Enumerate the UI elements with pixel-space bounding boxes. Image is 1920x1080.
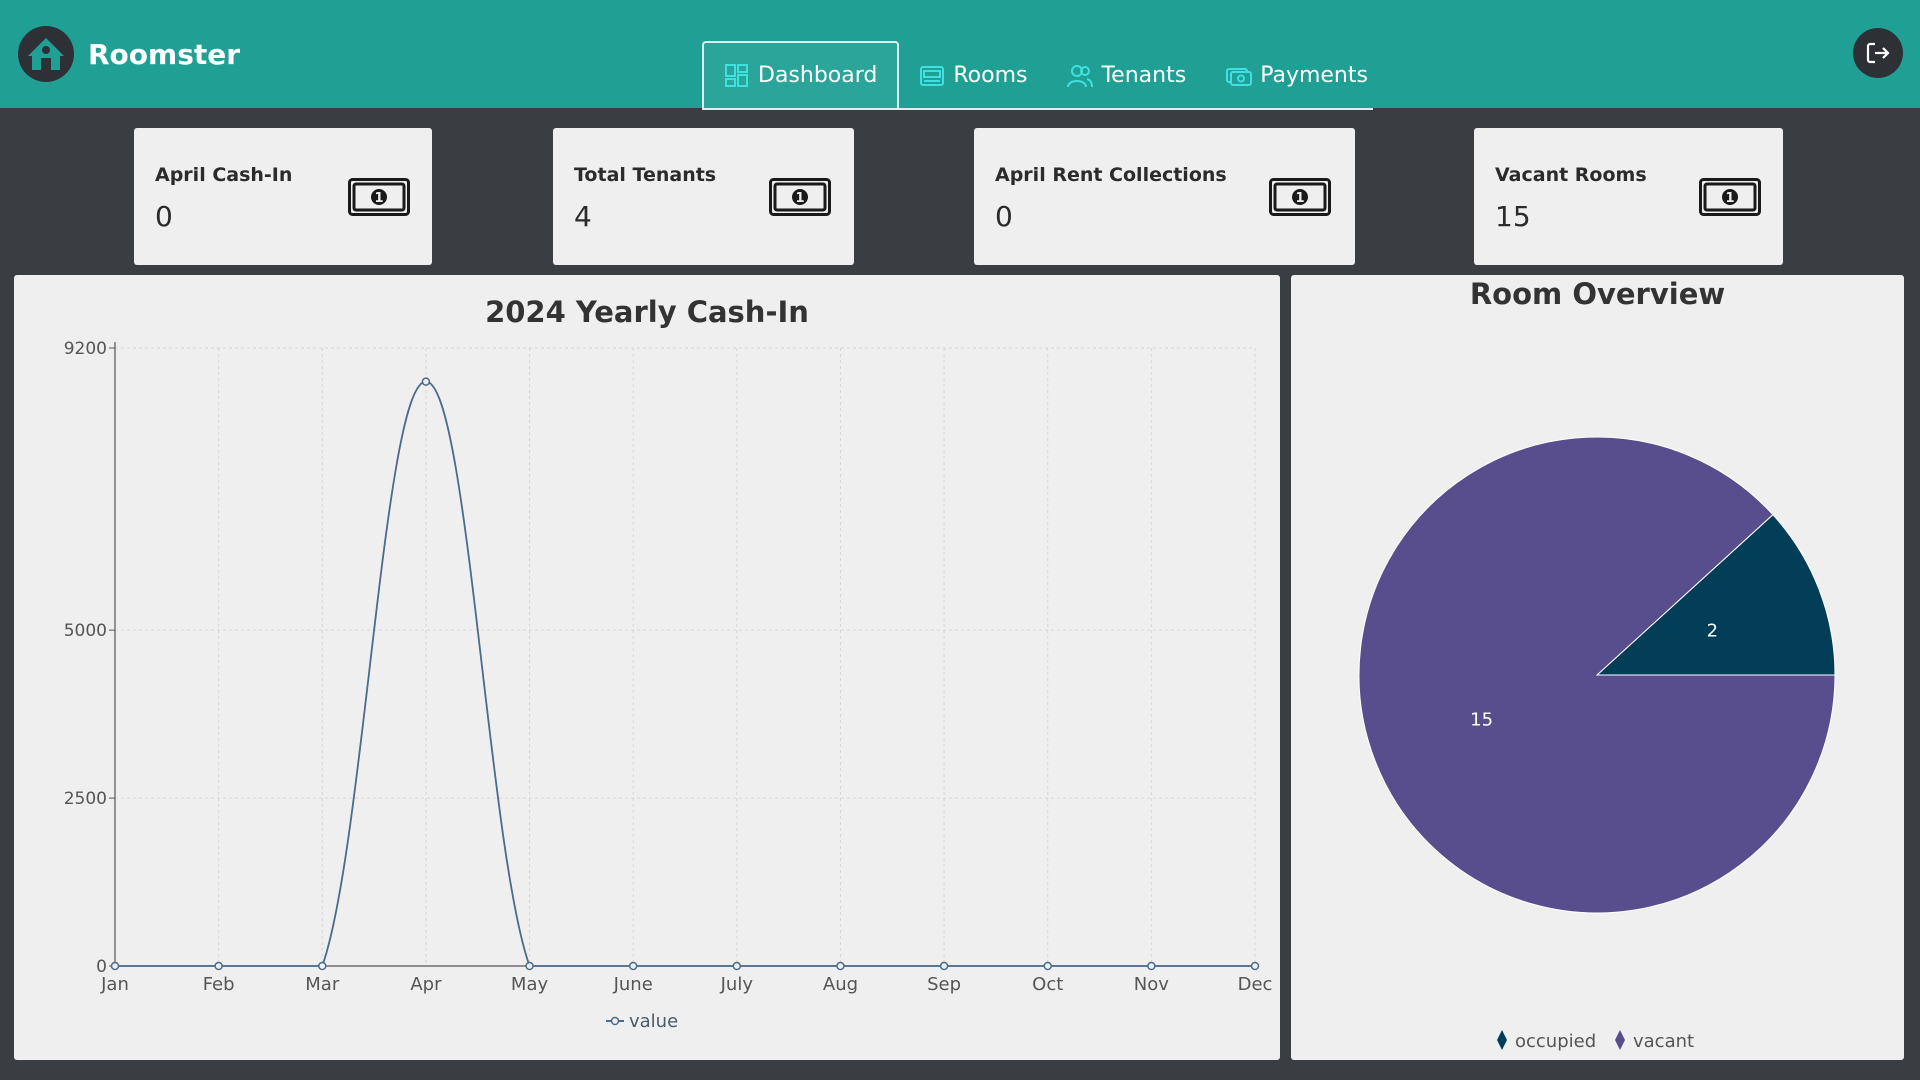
- chart-grid: [114, 347, 1256, 967]
- logout-icon: [1866, 42, 1890, 64]
- nav-tenants-label: Tenants: [1101, 63, 1187, 88]
- x-tick-label: May: [511, 974, 549, 995]
- data-point[interactable]: [214, 961, 223, 971]
- logout-button[interactable]: [1853, 28, 1903, 78]
- app-name: Roomster: [88, 37, 241, 71]
- pie-slice-label: 15: [1470, 710, 1493, 731]
- x-tick-label: Aug: [823, 974, 858, 995]
- x-tick-label: Sep: [927, 974, 961, 995]
- brand[interactable]: Roomster: [16, 24, 240, 84]
- line-chart: 0250050009200 Jan Feb Mar Apr May June July Aug…: [64, 339, 1273, 1032]
- pie-slice-vacant[interactable]: [1358, 436, 1836, 914]
- stat-card-vacant-rooms: Vacant Rooms 15 1: [1474, 128, 1783, 265]
- nav-dashboard-label: Dashboard: [758, 63, 878, 88]
- logo-icon: [18, 26, 74, 82]
- main-nav: Dashboard Rooms Tenants Payments: [702, 41, 1373, 110]
- legend-marker-icon: [1615, 1030, 1625, 1050]
- series-line-value: [115, 380, 1255, 967]
- x-tick-label: Feb: [203, 974, 235, 995]
- svg-text:1: 1: [1295, 191, 1304, 206]
- stat-card-april-rent-collections: April Rent Collections 0 1: [974, 128, 1355, 265]
- nav-dashboard[interactable]: Dashboard: [702, 41, 900, 108]
- y-tick-label: 2500: [64, 789, 107, 809]
- data-point[interactable]: [1250, 961, 1260, 971]
- stat-label: April Rent Collections: [995, 164, 1227, 186]
- money-icon: 1: [1269, 178, 1331, 216]
- top-header: Roomster Dashboard Rooms Tenants Payment…: [0, 0, 1920, 110]
- data-point[interactable]: [1147, 961, 1156, 971]
- data-point[interactable]: [1043, 961, 1052, 971]
- stat-label: Vacant Rooms: [1495, 164, 1647, 186]
- money-icon: 1: [769, 178, 831, 216]
- chart-axes: [114, 342, 1255, 967]
- x-tick-label: June: [613, 974, 653, 995]
- data-point[interactable]: [110, 961, 120, 971]
- data-point[interactable]: [939, 961, 949, 971]
- legend-marker-icon: [610, 1016, 620, 1026]
- legend-label: occupied: [1515, 1031, 1596, 1052]
- data-point[interactable]: [732, 961, 742, 971]
- data-point[interactable]: [421, 377, 431, 386]
- x-tick-label: Jan: [100, 974, 129, 995]
- x-tick-label: July: [720, 974, 754, 995]
- chart-legend[interactable]: value: [606, 1011, 678, 1032]
- stat-value: 0: [995, 200, 1013, 233]
- room-overview-panel: Room Overview 2 15 occupied vacant: [1291, 275, 1904, 1060]
- stat-label: April Cash-In: [155, 164, 293, 186]
- x-tick-label: Dec: [1238, 974, 1273, 995]
- stat-value: 15: [1495, 200, 1531, 233]
- money-icon: 1: [348, 178, 410, 216]
- stat-value: 4: [574, 200, 592, 233]
- data-point[interactable]: [318, 961, 327, 971]
- y-tick-labels: 0250050009200: [64, 339, 115, 977]
- pie-legend: occupied vacant: [1497, 1030, 1694, 1052]
- legend-label: vacant: [1633, 1031, 1694, 1052]
- nav-rooms[interactable]: Rooms: [899, 43, 1047, 108]
- series-points: [110, 377, 1260, 971]
- stat-value: 0: [155, 200, 173, 233]
- y-tick-label: 9200: [64, 339, 107, 359]
- stat-card-total-tenants: Total Tenants 4 1: [553, 128, 854, 265]
- legend-item-vacant[interactable]: vacant: [1615, 1030, 1694, 1052]
- x-tick-label: Mar: [305, 974, 340, 995]
- data-point[interactable]: [628, 961, 638, 971]
- nav-tenants[interactable]: Tenants: [1047, 43, 1206, 108]
- pie-chart: 2 15 occupied vacant: [1358, 436, 1836, 1052]
- nav-payments[interactable]: Payments: [1206, 43, 1388, 108]
- x-tick-label: Oct: [1032, 974, 1063, 995]
- tenants-icon: [1067, 64, 1094, 87]
- yearly-cash-in-panel: 2024 Yearly Cash-In 0 2500 5000 9200 Jan Feb…: [14, 275, 1280, 1060]
- x-tick-label: Nov: [1134, 974, 1169, 995]
- data-point[interactable]: [525, 961, 534, 971]
- nav-payments-label: Payments: [1260, 63, 1368, 88]
- svg-text:1: 1: [795, 191, 804, 206]
- y-tick-label: 5000: [64, 621, 107, 641]
- x-tick-labels: Jan Feb Mar Apr May June July Aug Sep Oct Nov Dec: [100, 974, 1272, 995]
- pie-slice-label: 2: [1707, 620, 1718, 641]
- x-tick-label: Apr: [410, 974, 442, 995]
- stat-card-april-cash-in: April Cash-In 0 1: [134, 128, 432, 265]
- pie-slices: [1358, 436, 1836, 914]
- legend-item-occupied[interactable]: occupied: [1497, 1030, 1596, 1052]
- stat-label: Total Tenants: [574, 164, 717, 186]
- rooms-icon: [920, 65, 945, 86]
- data-point[interactable]: [836, 961, 845, 971]
- payments-icon: [1226, 67, 1253, 86]
- money-icon: 1: [1699, 178, 1761, 216]
- svg-text:1: 1: [374, 191, 383, 206]
- svg-text:1: 1: [1725, 191, 1734, 206]
- dashboard-icon: [725, 63, 748, 87]
- legend-marker-icon: [1497, 1030, 1507, 1050]
- legend-label: value: [629, 1011, 678, 1032]
- nav-rooms-label: Rooms: [953, 63, 1028, 88]
